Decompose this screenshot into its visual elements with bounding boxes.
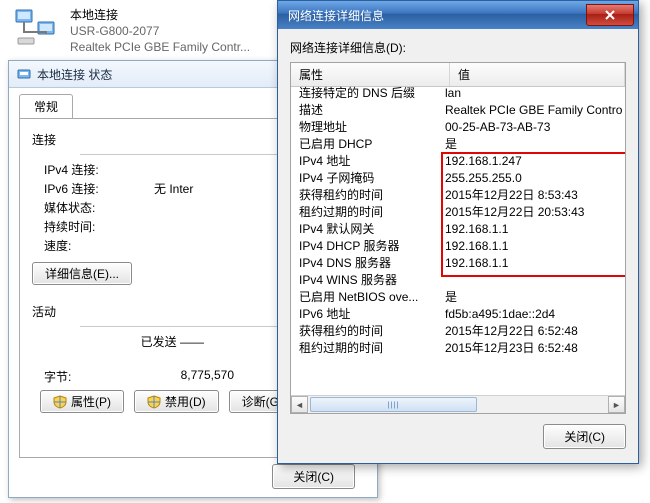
status-title: 本地连接 状态 bbox=[37, 66, 112, 83]
ipv4-conn-label: IPv4 连接: bbox=[32, 161, 154, 178]
horizontal-scrollbar[interactable]: ◄ ► bbox=[291, 395, 625, 413]
shield-icon bbox=[147, 395, 161, 409]
grid-row[interactable]: 租约过期的时间2015年12月23日 6:52:48 bbox=[291, 340, 625, 357]
media-state-label: 媒体状态: bbox=[32, 199, 154, 216]
grid-cell-value: 是 bbox=[441, 289, 625, 306]
properties-button[interactable]: 属性(P) bbox=[40, 390, 124, 413]
grid-row[interactable]: IPv4 默认网关192.168.1.1 bbox=[291, 221, 625, 238]
col-property[interactable]: 属性 bbox=[291, 63, 450, 86]
grid-cell-value bbox=[441, 272, 625, 289]
grid-cell-value: 2015年12月22日 8:53:43 bbox=[441, 187, 625, 204]
disable-button[interactable]: 禁用(D) bbox=[134, 390, 219, 413]
grid-header[interactable]: 属性 值 bbox=[291, 63, 625, 87]
grid-cell-property: IPv4 DHCP 服务器 bbox=[291, 238, 441, 255]
speed-label: 速度: bbox=[32, 237, 154, 254]
grid-cell-property: 获得租约的时间 bbox=[291, 187, 441, 204]
grid-cell-property: IPv4 地址 bbox=[291, 153, 441, 170]
grid-cell-value: 255.255.255.0 bbox=[441, 170, 625, 187]
status-window-icon bbox=[17, 67, 31, 81]
grid-row[interactable]: 获得租约的时间2015年12月22日 8:53:43 bbox=[291, 187, 625, 204]
grid-cell-property: 已启用 NetBIOS ove... bbox=[291, 289, 441, 306]
tab-general[interactable]: 常规 bbox=[19, 94, 73, 118]
grid-cell-property: 租约过期的时间 bbox=[291, 340, 441, 357]
grid-row[interactable]: 物理地址00-25-AB-73-AB-73 bbox=[291, 119, 625, 136]
detail-titlebar[interactable]: 网络连接详细信息 bbox=[278, 1, 638, 29]
scroll-thumb[interactable] bbox=[310, 397, 477, 412]
grid-cell-value: 192.168.1.1 bbox=[441, 221, 625, 238]
details-grid: 属性 值 连接特定的 DNS 后缀lan描述Realtek PCIe GBE F… bbox=[290, 62, 626, 414]
grid-row[interactable]: 租约过期的时间2015年12月22日 20:53:43 bbox=[291, 204, 625, 221]
shield-icon bbox=[53, 395, 67, 409]
grid-row[interactable]: 描述Realtek PCIe GBE Family Contro bbox=[291, 102, 625, 119]
grid-cell-property: 获得租约的时间 bbox=[291, 323, 441, 340]
grid-cell-property: IPv4 WINS 服务器 bbox=[291, 272, 441, 289]
grid-row[interactable]: 已启用 NetBIOS ove...是 bbox=[291, 289, 625, 306]
grid-cell-property: IPv4 默认网关 bbox=[291, 221, 441, 238]
scroll-track[interactable] bbox=[308, 396, 608, 413]
details-button[interactable]: 详细信息(E)... bbox=[32, 262, 132, 285]
grid-cell-property: 描述 bbox=[291, 102, 441, 119]
close-icon[interactable] bbox=[586, 4, 634, 26]
grid-cell-value: 192.168.1.247 bbox=[441, 153, 625, 170]
detail-close-button[interactable]: 关闭(C) bbox=[543, 424, 626, 449]
sent-label: 已发送 —— bbox=[32, 333, 214, 350]
close-button[interactable]: 关闭(C) bbox=[272, 464, 355, 489]
grid-cell-value: Realtek PCIe GBE Family Contro bbox=[441, 102, 625, 119]
col-value[interactable]: 值 bbox=[450, 63, 625, 86]
scroll-left-arrow[interactable]: ◄ bbox=[291, 396, 308, 413]
grid-cell-value: 是 bbox=[441, 136, 625, 153]
detail-window: 网络连接详细信息 网络连接详细信息(D): 属性 值 连接特定的 DNS 后缀l… bbox=[277, 0, 639, 464]
grid-cell-property: IPv4 DNS 服务器 bbox=[291, 255, 441, 272]
grid-row[interactable]: IPv4 地址192.168.1.247 bbox=[291, 153, 625, 170]
network-adapter-icon bbox=[14, 8, 58, 48]
grid-cell-property: 租约过期的时间 bbox=[291, 204, 441, 221]
grid-cell-value: 2015年12月22日 20:53:43 bbox=[441, 204, 625, 221]
grid-row[interactable]: IPv6 地址fd5b:a495:1dae::2d4 bbox=[291, 306, 625, 323]
detail-title: 网络连接详细信息 bbox=[288, 7, 384, 24]
grid-row[interactable]: IPv4 DNS 服务器192.168.1.1 bbox=[291, 255, 625, 272]
scroll-right-arrow[interactable]: ► bbox=[608, 396, 625, 413]
grid-cell-value: lan bbox=[441, 85, 625, 102]
grid-cell-value: 2015年12月22日 6:52:48 bbox=[441, 323, 625, 340]
detail-subtitle: 网络连接详细信息(D): bbox=[290, 39, 626, 56]
grid-cell-property: 物理地址 bbox=[291, 119, 441, 136]
grid-row[interactable]: 连接特定的 DNS 后缀lan bbox=[291, 85, 625, 102]
grid-cell-value: 00-25-AB-73-AB-73 bbox=[441, 119, 625, 136]
grid-row[interactable]: IPv4 DHCP 服务器192.168.1.1 bbox=[291, 238, 625, 255]
grid-cell-property: IPv6 地址 bbox=[291, 306, 441, 323]
grid-cell-value: 192.168.1.1 bbox=[441, 255, 625, 272]
adapter-driver: Realtek PCIe GBE Family Contr... bbox=[70, 39, 250, 55]
grid-row[interactable]: 已启用 DHCP是 bbox=[291, 136, 625, 153]
grid-row[interactable]: IPv4 子网掩码255.255.255.0 bbox=[291, 170, 625, 187]
grid-cell-property: 已启用 DHCP bbox=[291, 136, 441, 153]
grid-cell-property: IPv4 子网掩码 bbox=[291, 170, 441, 187]
adapter-name: 本地连接 bbox=[70, 6, 250, 23]
grid-cell-value: fd5b:a495:1dae::2d4 bbox=[441, 306, 625, 323]
grid-cell-value: 192.168.1.1 bbox=[441, 238, 625, 255]
grid-cell-value: 2015年12月23日 6:52:48 bbox=[441, 340, 625, 357]
duration-label: 持续时间: bbox=[32, 218, 154, 235]
ipv6-conn-label: IPv6 连接: bbox=[32, 180, 154, 197]
grid-row[interactable]: IPv4 WINS 服务器 bbox=[291, 272, 625, 289]
grid-rows: 连接特定的 DNS 后缀lan描述Realtek PCIe GBE Family… bbox=[291, 85, 625, 396]
grid-row[interactable]: 获得租约的时间2015年12月22日 6:52:48 bbox=[291, 323, 625, 340]
grid-cell-property: 连接特定的 DNS 后缀 bbox=[291, 85, 441, 102]
bytes-label: 字节: bbox=[32, 368, 154, 385]
adapter-device: USR-G800-2077 bbox=[70, 23, 250, 39]
